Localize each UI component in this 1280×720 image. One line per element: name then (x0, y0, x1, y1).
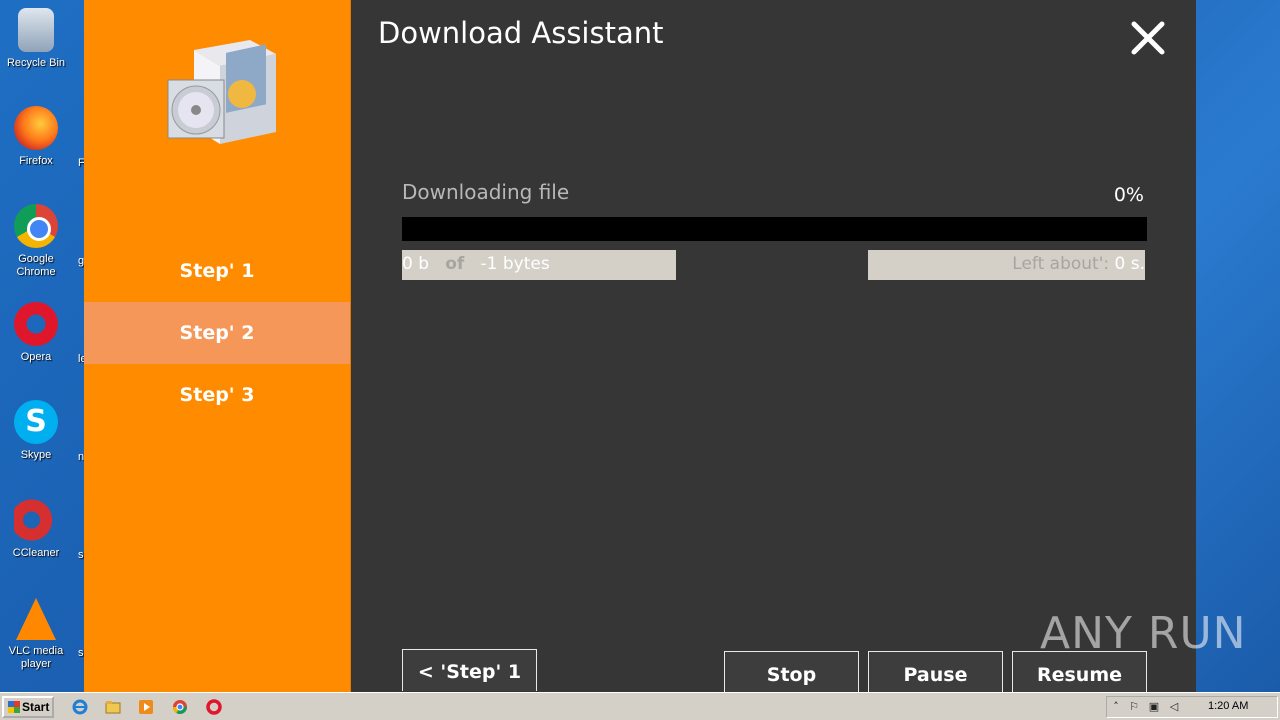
internet-explorer-icon[interactable] (72, 699, 88, 715)
network-icon[interactable]: ▣ (1147, 700, 1161, 714)
step-1[interactable]: Step' 1 (84, 240, 350, 302)
media-player-icon[interactable] (138, 699, 154, 715)
time-left-label: Left about': (1012, 254, 1110, 274)
desktop-icon-label: Google Chrome (16, 253, 56, 278)
opera-icon (14, 302, 58, 346)
partial-label: s (78, 647, 84, 659)
opera-taskbar-icon[interactable] (206, 699, 222, 715)
progress-bar (402, 217, 1147, 241)
desktop-icon-label: VLC media player (8, 645, 64, 670)
software-box-icon (167, 40, 276, 144)
taskbar-clock[interactable]: 1:20 AM (1208, 700, 1248, 712)
installer-window: Step' 1 Step' 2 Step' 3 Download Assista… (84, 0, 1196, 693)
taskbar: Start ˄ ⚐ ▣ ◁ (0, 692, 1280, 720)
back-button[interactable]: < 'Step' 1 (402, 649, 537, 691)
start-button[interactable]: Start (2, 696, 54, 718)
chrome-taskbar-icon[interactable] (172, 699, 188, 715)
folder-icon[interactable] (105, 699, 121, 715)
download-status-label: Downloading file (402, 180, 570, 204)
desktop-icon-recycle-bin[interactable]: Recycle Bin (4, 8, 68, 70)
bytes-done: 0 b (402, 254, 430, 274)
desktop-icon-label: CCleaner (12, 547, 60, 559)
time-left-value: 0 s. (1114, 254, 1145, 274)
bytes-of: of (445, 254, 465, 274)
stop-button[interactable]: Stop (724, 651, 859, 693)
bytes-total: -1 bytes (480, 254, 550, 274)
desktop-icon-label: Opera (20, 351, 52, 363)
close-icon[interactable] (1128, 18, 1168, 58)
start-label: Start (22, 700, 50, 714)
windows-flag-icon (8, 701, 20, 713)
desktop-icons: Recycle Bin Firefox Google Chrome Opera … (0, 0, 87, 692)
step-2[interactable]: Step' 2 (84, 302, 350, 364)
chevron-up-icon[interactable]: ˄ (1109, 700, 1123, 714)
step-3[interactable]: Step' 3 (84, 364, 350, 426)
ccleaner-icon (14, 498, 58, 542)
window-title: Download Assistant (378, 16, 664, 50)
desktop-icon-vlc[interactable]: VLC media player (4, 596, 68, 671)
skype-icon: S (14, 400, 58, 444)
desktop-icon-label: Recycle Bin (6, 57, 66, 69)
time-left: Left about': 0 s. (868, 250, 1145, 280)
steps-sidebar: Step' 1 Step' 2 Step' 3 (84, 0, 351, 692)
desktop-icon-firefox[interactable]: Firefox (4, 106, 68, 168)
progress-percent: 0% (1113, 184, 1144, 206)
desktop-icon-label: Firefox (19, 155, 53, 167)
flag-icon[interactable]: ⚐ (1127, 700, 1141, 714)
vlc-icon (16, 598, 56, 640)
anyrun-watermark: ANY RUN (1040, 608, 1247, 659)
pause-button[interactable]: Pause (868, 651, 1003, 693)
desktop-icon-skype[interactable]: S Skype (4, 400, 68, 462)
recycle-bin-icon (18, 8, 54, 52)
firefox-icon (14, 106, 58, 150)
desktop-icon-opera[interactable]: Opera (4, 302, 68, 364)
desktop-icon-chrome[interactable]: Google Chrome (4, 204, 68, 279)
chrome-icon (14, 204, 58, 248)
bytes-counter: 0 b of -1 bytes (402, 250, 676, 280)
desktop-icon-label: Skype (20, 449, 52, 461)
system-tray: ˄ ⚐ ▣ ◁ (1106, 696, 1278, 718)
desktop-icon-ccleaner[interactable]: CCleaner (4, 498, 68, 560)
volume-icon[interactable]: ◁ (1167, 700, 1181, 714)
